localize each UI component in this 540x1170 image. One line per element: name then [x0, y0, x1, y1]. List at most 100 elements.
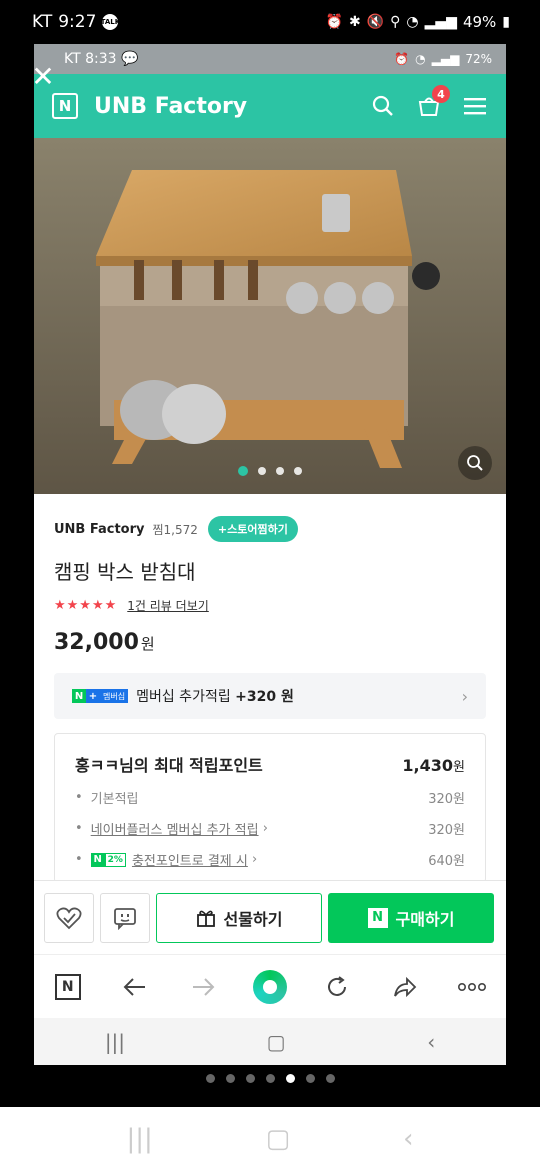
green-dot-icon	[252, 969, 287, 1004]
points-row[interactable]: • N 2% 충전포인트로 결제 시 › 640원	[75, 850, 465, 869]
inner-carrier: KT	[64, 51, 81, 67]
store-favorite-button[interactable]: +스토어찜하기	[207, 516, 298, 542]
refresh-button[interactable]	[317, 967, 357, 1007]
clock: 9:27	[58, 12, 97, 32]
home-icon[interactable]: ▢	[267, 1030, 286, 1054]
system-nav-bar: ||| ▢ ‹	[0, 1107, 540, 1170]
alarm-icon: ⏰	[325, 14, 343, 30]
chevron-right-icon: ›	[252, 852, 258, 867]
back-button[interactable]	[115, 967, 155, 1007]
close-icon[interactable]: ✕	[34, 63, 56, 91]
recent-apps-icon[interactable]: |||	[126, 1124, 152, 1154]
chevron-right-icon: ›	[461, 686, 468, 706]
points-row-label[interactable]: 충전포인트로 결제 시	[132, 850, 248, 869]
points-total: 1,430	[402, 756, 454, 775]
more-button[interactable]	[452, 967, 492, 1007]
review-link[interactable]: 1건 리뷰 더보기	[127, 597, 209, 614]
points-title: 홍ㅋㅋ님의 최대 적립포인트	[75, 756, 263, 775]
inner-signal-icon: ▂▄▆	[431, 52, 460, 66]
kakaotalk-icon: TALK	[101, 14, 120, 30]
page-dot[interactable]	[205, 1074, 215, 1083]
points-row: • 기본적립 320원	[75, 790, 465, 807]
arrow-right-icon	[192, 977, 214, 996]
naver-pay-badge: N 2%	[90, 852, 126, 867]
battery-icon: ▮	[502, 14, 510, 30]
mute-icon: 🔇	[366, 14, 385, 30]
points-row[interactable]: • 네이버플러스 멤버십 추가 적립 › 320원	[75, 819, 465, 838]
plus-badge: +	[86, 689, 100, 703]
product-title: 캠핑 박스 받침대	[54, 560, 196, 584]
gift-icon	[196, 910, 215, 927]
zoom-icon[interactable]	[458, 446, 492, 480]
forward-button[interactable]	[183, 967, 223, 1007]
naver-pay-n: N	[90, 852, 105, 867]
location-icon: ⚲	[390, 14, 401, 30]
screenshot-frame: ✕ KT 8:33 💬 ⏰ ◔ ▂▄▆ 72% N UNB Factory 4	[34, 44, 506, 1065]
page-dot[interactable]	[305, 1074, 315, 1083]
naver-home-icon: N	[54, 973, 81, 1000]
page-dot[interactable]	[265, 1074, 275, 1083]
carousel-indicators	[34, 466, 506, 476]
brand-title[interactable]: UNB Factory	[94, 94, 350, 119]
points-total-unit: 원	[453, 760, 465, 775]
inner-clock: 8:33	[85, 51, 117, 67]
naver-plus-badge: N + 멤버십	[72, 689, 129, 703]
battery-level: 49%	[462, 13, 497, 31]
store-header: N UNB Factory 4	[34, 74, 506, 138]
chat-icon: 💬	[121, 51, 139, 67]
recent-apps-icon[interactable]: |||	[105, 1030, 125, 1054]
arrow-left-icon	[123, 977, 146, 996]
chat-bubble-icon	[114, 907, 136, 930]
purchase-action-bar: 선물하기 N 구매하기	[34, 880, 506, 954]
system-status-bar: KT 9:27 TALK ⏰ ✱ 🔇 ⚲ ◔ ▂▄▆ 49% ▮	[0, 0, 540, 44]
buy-label: 구매하기	[395, 909, 455, 929]
membership-amount: +320 원	[235, 689, 294, 705]
buy-button[interactable]: N 구매하기	[328, 892, 494, 943]
carrier-label: KT	[32, 12, 53, 32]
wishlist-button[interactable]	[44, 892, 94, 943]
page-dot[interactable]	[225, 1074, 235, 1083]
share-icon	[393, 976, 417, 997]
inner-nav-bar: ||| ▢ ‹	[34, 1018, 506, 1065]
cart-count-badge: 4	[432, 85, 450, 103]
page-dot[interactable]	[285, 1074, 295, 1083]
share-button[interactable]	[385, 967, 425, 1007]
green-dot-button[interactable]	[250, 967, 290, 1007]
store-name[interactable]: UNB Factory	[54, 522, 145, 537]
carousel-dot[interactable]	[238, 466, 248, 476]
carousel-dot[interactable]	[294, 467, 302, 475]
carousel-dot[interactable]	[258, 467, 266, 475]
inner-wifi-icon: ◔	[415, 52, 426, 66]
inner-status-bar: KT 8:33 💬 ⏰ ◔ ▂▄▆ 72%	[34, 44, 506, 74]
home-icon[interactable]: ▢	[266, 1124, 291, 1154]
gallery-page-indicator	[0, 1074, 540, 1083]
points-row-value: 320원	[428, 792, 465, 807]
menu-icon[interactable]	[462, 93, 488, 119]
carousel-dot[interactable]	[276, 467, 284, 475]
back-icon[interactable]: ‹	[403, 1124, 413, 1154]
points-row-value: 320원	[428, 823, 465, 838]
max-points-panel: 홍ㅋㅋ님의 최대 적립포인트 1,430원 • 기본적립 320원 • 네이버플러스…	[54, 733, 486, 883]
back-icon[interactable]: ‹	[427, 1030, 435, 1054]
naver-pay-icon: N	[367, 907, 388, 928]
product-image-carousel[interactable]	[34, 138, 506, 494]
search-icon[interactable]	[370, 93, 396, 119]
talk-talk-button[interactable]	[100, 892, 150, 943]
product-info: UNB Factory 찜1,572 +스토어찜하기 캠핑 박스 받침대 ★★★…	[54, 494, 486, 655]
naver-home-button[interactable]: N	[48, 967, 88, 1007]
page-dot[interactable]	[245, 1074, 255, 1083]
page-dot[interactable]	[325, 1074, 335, 1083]
naver-logo[interactable]: N	[52, 93, 78, 119]
gift-label: 선물하기	[223, 909, 283, 929]
cart-icon[interactable]: 4	[416, 85, 450, 119]
heart-check-icon	[56, 907, 82, 929]
inner-battery-level: 72%	[465, 52, 492, 66]
product-price: 32,000	[54, 630, 139, 655]
gift-button[interactable]: 선물하기	[156, 892, 322, 943]
membership-text-prefix: 멤버십 추가적립	[136, 689, 236, 705]
membership-text: 멤버십 추가적립 +320 원	[136, 686, 462, 706]
points-row-label[interactable]: 네이버플러스 멤버십 추가 적립	[91, 819, 259, 838]
membership-banner[interactable]: N + 멤버십 멤버십 추가적립 +320 원 ›	[54, 673, 486, 719]
bluetooth-icon: ✱	[348, 14, 361, 30]
naver-pay-percent: 2%	[104, 852, 126, 867]
